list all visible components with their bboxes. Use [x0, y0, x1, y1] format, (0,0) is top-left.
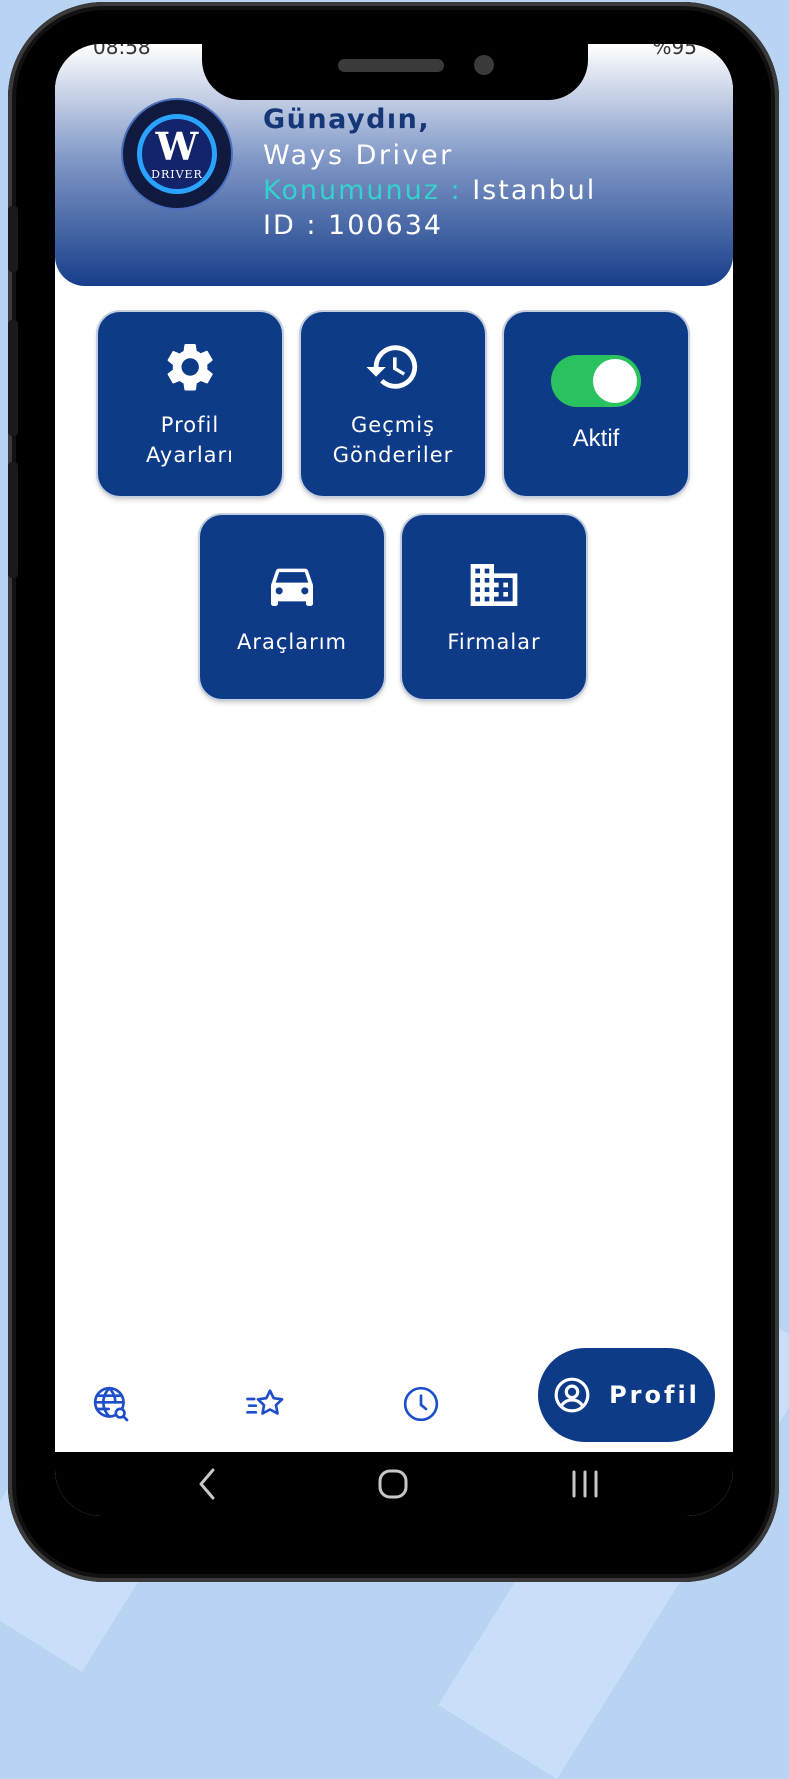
gear-icon [167, 344, 213, 391]
user-circle-icon [554, 1377, 590, 1413]
location-label: Konumunuz : [263, 175, 462, 206]
active-status-tile[interactable]: Aktif [504, 312, 688, 496]
my-vehicles-label: Araçlarım [236, 630, 348, 654]
logo-letter: W [155, 123, 199, 169]
recent-apps-icon[interactable] [568, 1464, 602, 1504]
companies-tile[interactable]: Firmalar [402, 515, 586, 699]
front-camera [474, 55, 494, 75]
status-bar-battery: %95 [652, 44, 697, 59]
camera-notch [202, 44, 588, 100]
phone-screen: 08:58 %95 W DRIVER Günaydın, Ways Driver… [55, 44, 733, 1516]
profile-nav-label: Profil [609, 1381, 700, 1409]
active-label: Aktif [572, 425, 620, 452]
location-value: Istanbul [472, 175, 597, 206]
building-icon [470, 564, 518, 606]
active-toggle[interactable] [551, 355, 641, 407]
star-list-icon[interactable] [245, 1384, 285, 1424]
globe-search-icon[interactable] [91, 1384, 131, 1424]
toggle-knob [593, 359, 637, 403]
clock-icon[interactable] [401, 1384, 441, 1424]
profile-settings-label: Profil Ayarları [145, 413, 235, 467]
past-shipments-tile[interactable]: Geçmiş Gönderiler [301, 312, 485, 496]
speaker-grille [338, 59, 444, 72]
side-button-upper [8, 206, 18, 272]
past-shipments-label: Geçmiş Gönderiler [332, 413, 454, 467]
user-name: Ways Driver [263, 140, 454, 171]
car-icon [271, 568, 313, 606]
bottom-navigation: Profil [55, 1334, 733, 1454]
home-icon[interactable] [377, 1464, 409, 1504]
driver-id: ID : 100634 [263, 210, 444, 241]
my-vehicles-tile[interactable]: Araçlarım [200, 515, 384, 699]
companies-label: Firmalar [447, 630, 541, 654]
history-icon [366, 345, 418, 389]
logo-text: DRIVER [151, 167, 203, 181]
volume-down-button [8, 462, 18, 578]
app-logo: W DRIVER [123, 100, 231, 208]
volume-up-button [8, 320, 18, 436]
status-bar-time: 08:58 [93, 44, 151, 59]
profile-nav-button[interactable]: Profil [538, 1348, 715, 1442]
greeting-text: Günaydın, [263, 104, 431, 135]
location-line: Konumunuz : Istanbul [263, 175, 596, 206]
back-icon[interactable] [193, 1464, 223, 1504]
system-navigation-bar [55, 1452, 733, 1516]
profile-settings-tile[interactable]: Profil Ayarları [98, 312, 282, 496]
